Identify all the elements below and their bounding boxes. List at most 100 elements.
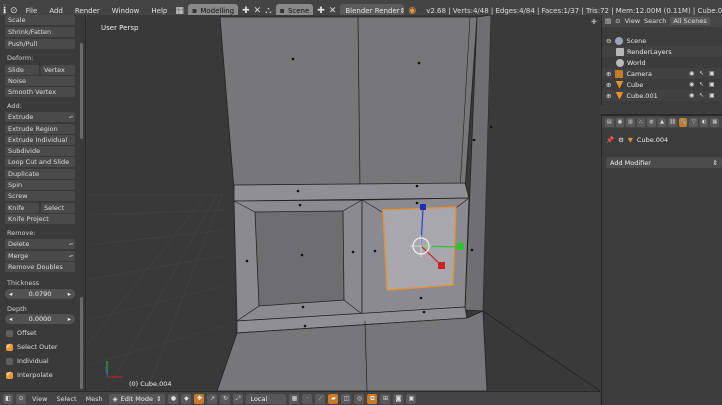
- menu-select[interactable]: Select: [53, 395, 79, 403]
- loop-cut-button[interactable]: Loop Cut and Slide: [5, 157, 75, 167]
- material-tab-icon[interactable]: ◐: [699, 117, 709, 127]
- proportional-edit-icon[interactable]: ◎: [354, 393, 365, 404]
- knife-button[interactable]: Knife: [5, 203, 39, 213]
- operator-panel-scrollbar[interactable]: [80, 297, 83, 389]
- tool-shelf-scrollbar[interactable]: [80, 43, 83, 139]
- select-outer-checkbox[interactable]: Select Outer: [6, 342, 58, 351]
- pivot-point-icon[interactable]: ◆: [181, 393, 192, 404]
- decrement-arrow-icon[interactable]: ◂: [9, 315, 12, 323]
- vertex-slide-button[interactable]: Vertex: [41, 65, 75, 75]
- outliner-row-cube[interactable]: ⊕ Cube ◉ ↖ ▣: [602, 79, 722, 90]
- object-tab-icon[interactable]: ▲: [657, 117, 667, 127]
- scale-manipulator-icon[interactable]: ⤢: [233, 393, 244, 404]
- remove-doubles-button[interactable]: Remove Doubles: [5, 262, 75, 272]
- depth-field[interactable]: ◂ 0.0000 ▸: [5, 314, 75, 324]
- spin-button[interactable]: Spin: [5, 180, 75, 190]
- data-tab-icon[interactable]: ▽: [689, 117, 698, 127]
- extrude-region-button[interactable]: Extrude Region: [5, 124, 75, 134]
- outliner-menu-view[interactable]: View: [625, 17, 640, 25]
- gizmo-x-handle[interactable]: [438, 262, 445, 269]
- modifiers-tab-icon[interactable]: 🔧: [678, 117, 688, 127]
- outliner-menu-search[interactable]: Search: [644, 17, 666, 25]
- select-arrow-icon[interactable]: ↖: [699, 92, 704, 99]
- outliner-row-renderlayers[interactable]: RenderLayers: [602, 46, 722, 57]
- outliner-row-camera[interactable]: ⊕ Camera ◉ ↖ ▣: [602, 68, 722, 79]
- outliner-collapse-icon[interactable]: ⊙: [615, 17, 620, 25]
- subdivide-button[interactable]: Subdivide: [5, 146, 75, 156]
- add-modifier-dropdown[interactable]: Add Modifier ⇕: [606, 157, 722, 168]
- edge-select-icon[interactable]: ⟋: [315, 393, 326, 404]
- individual-checkbox[interactable]: Individual: [6, 357, 49, 365]
- scene-tab-icon[interactable]: ⛬: [636, 117, 646, 127]
- gizmo-z-handle[interactable]: [420, 204, 426, 210]
- 3d-viewport[interactable]: User Persp (0) Cube.004 ✚: [87, 15, 600, 391]
- limit-to-visible-icon[interactable]: ◫: [341, 393, 352, 404]
- smooth-vertex-button[interactable]: Smooth Vertex: [5, 87, 75, 97]
- scene-icon[interactable]: ⛬: [265, 6, 271, 16]
- visibility-eye-icon[interactable]: ◉: [689, 70, 694, 77]
- knife-select-button[interactable]: Select: [41, 203, 75, 213]
- viewport-shading-icon[interactable]: ●: [168, 393, 179, 404]
- menu-window[interactable]: Window: [108, 7, 144, 15]
- select-arrow-icon[interactable]: ↖: [699, 81, 704, 88]
- add-scene-icon[interactable]: ✚: [317, 6, 325, 16]
- layer-buttons-icon[interactable]: ▦: [289, 393, 300, 404]
- render-tab-icon[interactable]: ▣: [615, 117, 625, 127]
- remove-scene-icon[interactable]: ✕: [329, 6, 337, 16]
- screen-layout-icon[interactable]: ▦: [175, 6, 184, 16]
- render-anim-icon[interactable]: ▣: [406, 393, 417, 404]
- menu-file[interactable]: File: [22, 7, 42, 15]
- visibility-eye-icon[interactable]: ◉: [689, 81, 694, 88]
- layers-tab-icon[interactable]: ▥: [626, 117, 635, 127]
- duplicate-button[interactable]: Duplicate: [5, 169, 75, 179]
- snap-toggle-icon[interactable]: ⧉: [367, 393, 378, 404]
- constraints-tab-icon[interactable]: ⛓: [668, 117, 677, 127]
- push-pull-button[interactable]: Push/Pull: [5, 39, 75, 49]
- increment-arrow-icon[interactable]: ▸: [68, 315, 71, 323]
- select-arrow-icon[interactable]: ↖: [699, 70, 704, 77]
- properties-editor-icon[interactable]: ▤: [605, 117, 614, 127]
- offset-checkbox[interactable]: Offset: [6, 329, 37, 337]
- editor-type-3d-icon[interactable]: ◧: [3, 393, 13, 404]
- outliner-row-world[interactable]: World: [602, 57, 722, 68]
- visibility-eye-icon[interactable]: ◉: [689, 92, 694, 99]
- gizmo-y-handle[interactable]: [457, 243, 464, 250]
- thickness-field[interactable]: ◂ 0.0790 ▸: [5, 289, 75, 299]
- selected-face[interactable]: [382, 206, 457, 291]
- render-camera-icon[interactable]: ▣: [709, 81, 715, 88]
- menu-add[interactable]: Add: [45, 7, 67, 15]
- manipulator-toggle-icon[interactable]: ✥: [194, 393, 205, 404]
- transform-orientation-dropdown[interactable]: Local: [246, 393, 287, 404]
- expand-arrow-icon[interactable]: ⊕: [606, 92, 611, 100]
- expand-arrow-icon[interactable]: ⊕: [606, 81, 611, 89]
- outline-toggle-icon[interactable]: ⊙: [10, 6, 18, 16]
- vertex-select-icon[interactable]: ·: [302, 393, 313, 404]
- outliner-row-cube-001[interactable]: ⊕ Cube.001 ◉ ↖ ▣: [602, 90, 722, 101]
- expand-arrow-icon[interactable]: ⊕: [606, 70, 611, 78]
- increment-arrow-icon[interactable]: ▸: [68, 290, 71, 298]
- pin-icon[interactable]: 📌: [606, 136, 614, 144]
- menu-view[interactable]: View: [29, 395, 50, 403]
- decrement-arrow-icon[interactable]: ◂: [9, 290, 12, 298]
- knife-project-button[interactable]: Knife Project: [5, 214, 75, 224]
- scale-button[interactable]: Scale: [5, 15, 75, 25]
- screw-button[interactable]: Screw: [5, 191, 75, 201]
- delete-dropdown[interactable]: Delete: [5, 239, 75, 249]
- menu-render[interactable]: Render: [71, 7, 104, 15]
- remove-screen-icon[interactable]: ✕: [254, 6, 262, 16]
- collapse-arrow-icon[interactable]: ⊖: [606, 37, 611, 45]
- slide-edge-button[interactable]: Slide Edge: [5, 65, 39, 84]
- menu-mesh[interactable]: Mesh: [83, 395, 106, 403]
- outliner-row-scene[interactable]: ⊖ Scene: [602, 35, 722, 46]
- noise-button[interactable]: Noise: [5, 76, 75, 86]
- world-tab-icon[interactable]: ◍: [647, 117, 656, 127]
- menu-help[interactable]: Help: [147, 7, 171, 15]
- render-still-icon[interactable]: ◙: [393, 393, 404, 404]
- render-camera-icon[interactable]: ▣: [709, 70, 715, 77]
- extrude-dropdown[interactable]: Extrude: [5, 112, 75, 122]
- region-toggle-icon[interactable]: ✚: [591, 18, 599, 28]
- texture-tab-icon[interactable]: ▦: [710, 117, 720, 127]
- interpolate-checkbox[interactable]: Interpolate: [6, 370, 53, 379]
- outliner-editor-icon[interactable]: ▤: [605, 17, 611, 25]
- translate-manipulator-icon[interactable]: ↗: [207, 393, 218, 404]
